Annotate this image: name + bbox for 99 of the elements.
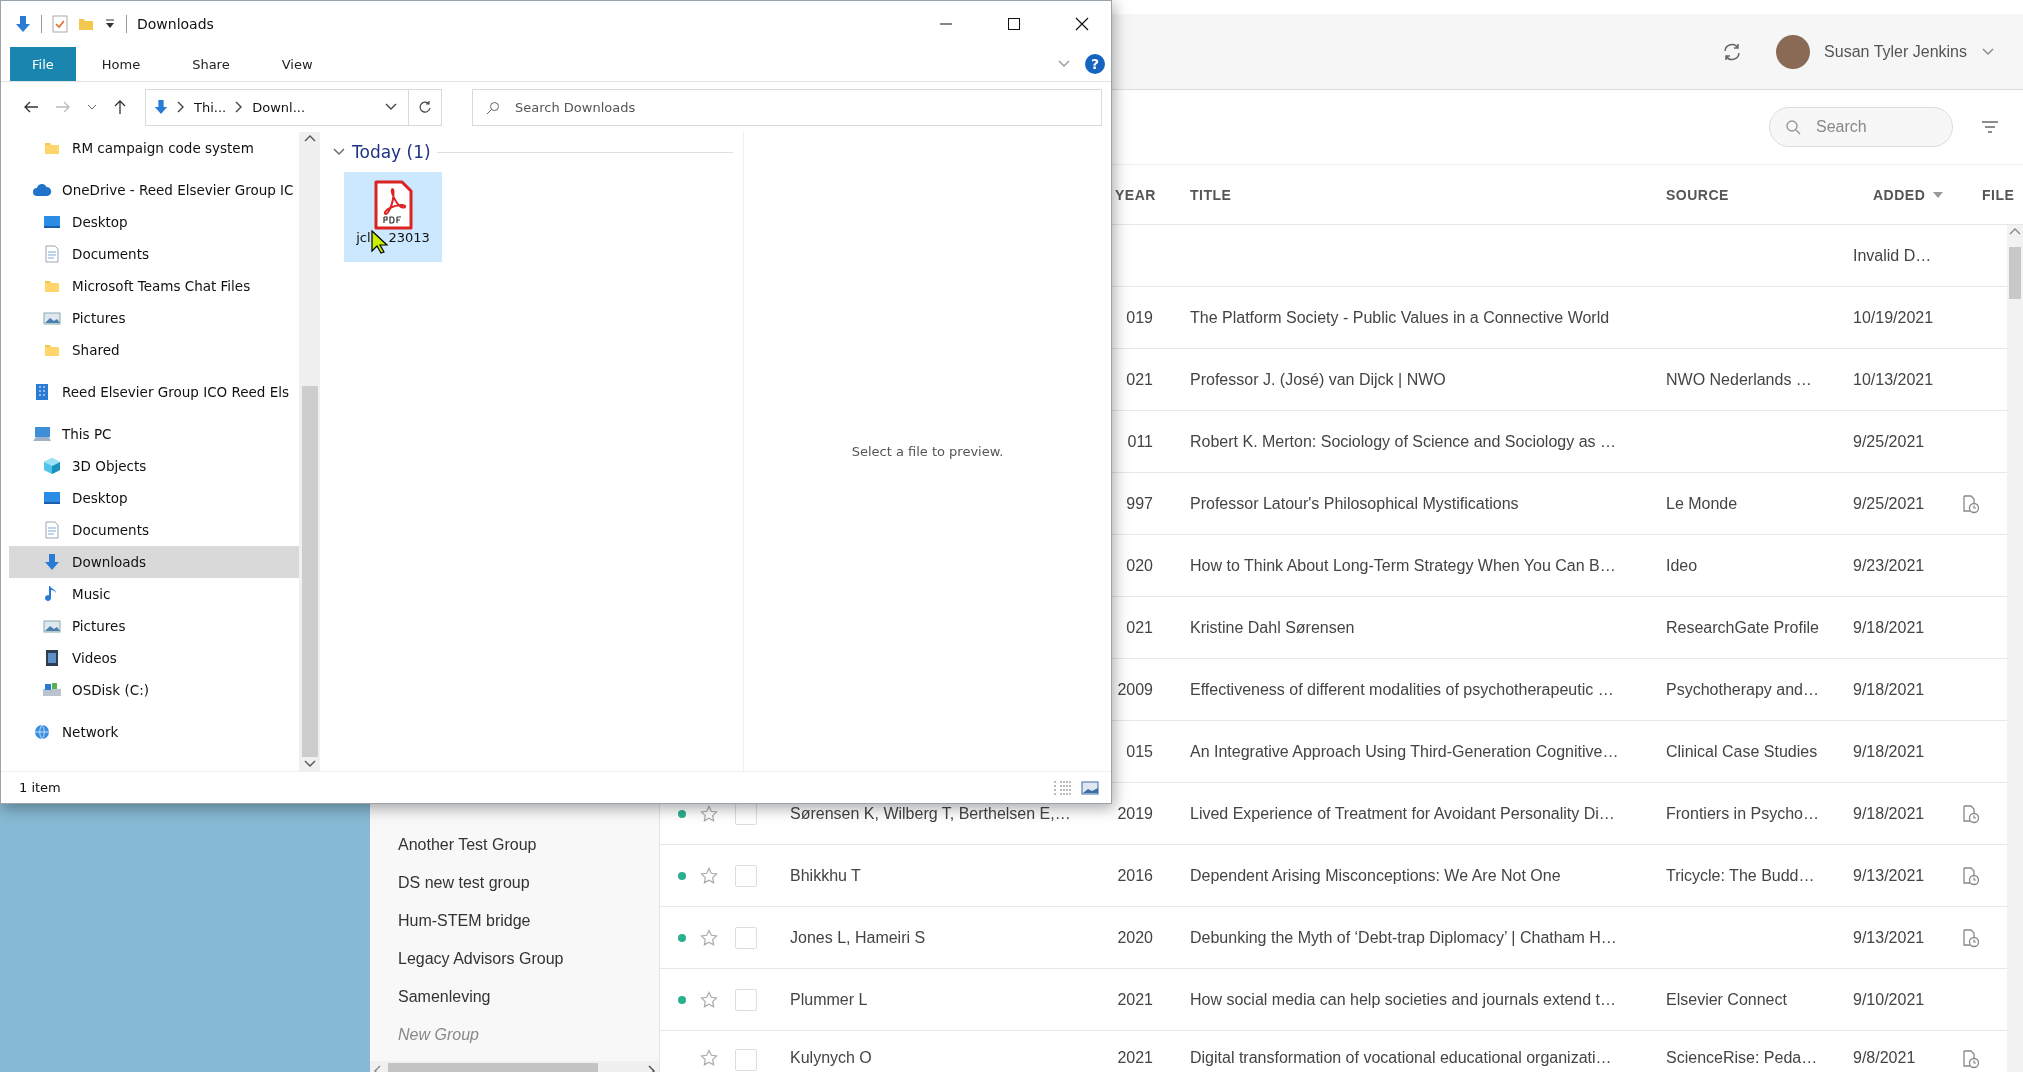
search-field[interactable]: Search [1769, 107, 1953, 147]
column-header[interactable]: ADDED [1873, 186, 1944, 203]
year-cell: 015 [1126, 742, 1153, 760]
year-cell: 019 [1126, 308, 1153, 326]
group-item[interactable]: Legacy Advisors Group [370, 940, 659, 978]
date-added-cell: 9/18/2021 [1853, 742, 1925, 760]
nav-item[interactable]: Videos [9, 642, 299, 674]
authors-cell: Jones L, Hameiri S [790, 928, 926, 946]
nav-item[interactable]: OSDisk (C:) [9, 674, 299, 706]
nav-item[interactable]: Documents [9, 238, 299, 270]
date-added-cell: 10/13/2021 [1853, 370, 1934, 388]
ribbon-tab[interactable]: Share [166, 47, 256, 81]
column-header[interactable]: TITLE [1190, 186, 1232, 203]
date-added-cell: 9/13/2021 [1853, 866, 1925, 884]
column-header[interactable]: YEAR [1115, 186, 1156, 203]
nav-item[interactable]: Pictures [9, 302, 299, 334]
nav-item[interactable]: Network [9, 716, 299, 748]
nav-item[interactable]: Microsoft Teams Chat Files [9, 270, 299, 302]
group-item[interactable]: DS new test group [370, 864, 659, 902]
column-header[interactable]: SOURCE [1666, 186, 1729, 203]
file-item[interactable]: jcl 23013 [344, 172, 442, 262]
nav-item[interactable]: Desktop [9, 482, 299, 514]
title-cell: The Platform Society - Public Values in a Connective World [1190, 308, 1610, 326]
title-cell: Dependent Arising Misconceptions: We Are Not One [1190, 866, 1561, 884]
year-cell: 2021 [1117, 1049, 1153, 1066]
preview-message: Select a file to preview. [851, 444, 1004, 459]
nav-item[interactable]: Shared [9, 334, 299, 366]
source-cell: NWO Nederlands … [1666, 370, 1812, 388]
source-cell: Psychotherapy and… [1666, 680, 1819, 698]
breadcrumb-item[interactable]: Thi... [194, 99, 227, 115]
source-cell: Elsevier Connect [1666, 990, 1787, 1008]
year-cell: 020 [1126, 556, 1153, 574]
nav-item[interactable]: RM campaign code system [9, 132, 299, 164]
authors-cell: Sørensen K, Wilberg T, Berthelsen E,… [790, 804, 1071, 822]
year-cell: 021 [1126, 618, 1153, 636]
file-menu-button[interactable]: File [10, 47, 76, 81]
nav-item[interactable]: Pictures [9, 610, 299, 642]
title-cell: Professor Latour's Philosophical Mystifications [1190, 494, 1519, 512]
ribbon-tab[interactable]: View [255, 47, 339, 81]
nav-item[interactable]: Music [9, 578, 299, 610]
help-button[interactable]: ? [1085, 54, 1105, 74]
title-cell: Effectiveness of different modalities of psychotherapeutic … [1190, 680, 1614, 698]
title-cell: Lived Experience of Treatment for Avoidant Personality Di… [1190, 804, 1615, 822]
column-header[interactable]: FILE [1982, 186, 2015, 203]
nav-item[interactable]: Desktop [9, 206, 299, 238]
title-cell: How to Think About Long-Term Strategy When You Can B… [1190, 556, 1616, 574]
date-added-cell: 9/23/2021 [1853, 556, 1925, 574]
date-added-cell: 9/18/2021 [1853, 618, 1925, 636]
nav-item[interactable]: OneDrive - Reed Elsevier Group IC [9, 174, 299, 206]
year-cell: 021 [1126, 370, 1153, 388]
title-cell: How social media can help societies and journals extend t… [1190, 990, 1616, 1008]
window-title: Downloads [137, 16, 214, 32]
nav-item[interactable]: 3D Objects [9, 450, 299, 482]
source-cell: Le Monde [1666, 494, 1738, 512]
year-cell: 011 [1127, 432, 1153, 450]
year-cell: 2019 [1117, 804, 1153, 822]
date-added-cell: 9/13/2021 [1853, 928, 1925, 946]
year-cell: 2020 [1117, 928, 1153, 946]
source-cell: Frontiers in Psycho… [1666, 804, 1819, 822]
authors-cell: Plummer L [790, 990, 868, 1008]
title-cell: Professor J. (José) van Dijck | NWO [1190, 370, 1446, 388]
nav-item[interactable]: Downloads [9, 546, 299, 578]
date-added-cell: 9/8/2021 [1853, 1049, 1916, 1066]
group-header[interactable]: Today (1) [352, 142, 431, 162]
group-item[interactable]: Another Test Group [370, 826, 659, 864]
date-added-cell: 10/19/2021 [1853, 308, 1934, 326]
group-item[interactable]: Hum-STEM bridge [370, 902, 659, 940]
title-cell: Digital transformation of vocational educational organizati… [1190, 1049, 1612, 1066]
date-added-cell: 9/18/2021 [1853, 804, 1925, 822]
authors-cell: Bhikkhu T [790, 866, 861, 884]
title-cell: An Integrative Approach Using Third-Generation Cognitive… [1190, 742, 1619, 760]
source-cell: Ideo [1666, 556, 1698, 574]
breadcrumb-item[interactable]: Downl... [252, 99, 306, 115]
date-added-cell: 9/10/2021 [1853, 990, 1925, 1008]
date-added-cell: 9/18/2021 [1853, 680, 1925, 698]
search-field[interactable]: Search Downloads [472, 88, 1102, 126]
nav-item[interactable]: Reed Elsevier Group ICO Reed Els [9, 376, 299, 408]
group-item[interactable]: Samenleving [370, 978, 659, 1016]
source-cell: Clinical Case Studies [1666, 742, 1818, 760]
nav-item[interactable]: This PC [9, 418, 299, 450]
date-added-cell: Invalid D… [1853, 246, 1932, 264]
source-cell: Tricycle: The Budd… [1666, 866, 1815, 884]
nav-item[interactable]: Documents [9, 514, 299, 546]
source-cell: ResearchGate Profile [1666, 618, 1819, 636]
year-cell: 2016 [1117, 866, 1153, 884]
year-cell: 2021 [1117, 990, 1153, 1008]
title-cell: Debunking the Myth of ‘Debt-trap Diplomacy’ | Chatham H… [1190, 928, 1617, 946]
ribbon-tab[interactable]: Home [75, 47, 167, 81]
address-bar[interactable]: Thi... Downl... [145, 88, 442, 126]
date-added-cell: 9/25/2021 [1853, 432, 1925, 450]
source-cell: ScienceRise: Peda… [1666, 1049, 1818, 1066]
date-added-cell: 9/25/2021 [1853, 494, 1925, 512]
status-text: 1 item [19, 780, 61, 795]
title-cell: Robert K. Merton: Sociology of Science and Sociology as … [1190, 432, 1616, 450]
year-cell: 2009 [1117, 680, 1153, 698]
title-cell: Kristine Dahl Sørensen [1190, 618, 1355, 636]
authors-cell: Kulynych O [790, 1049, 872, 1066]
user-name[interactable]: Susan Tyler Jenkins [1824, 42, 1967, 61]
year-cell: 997 [1126, 494, 1153, 512]
